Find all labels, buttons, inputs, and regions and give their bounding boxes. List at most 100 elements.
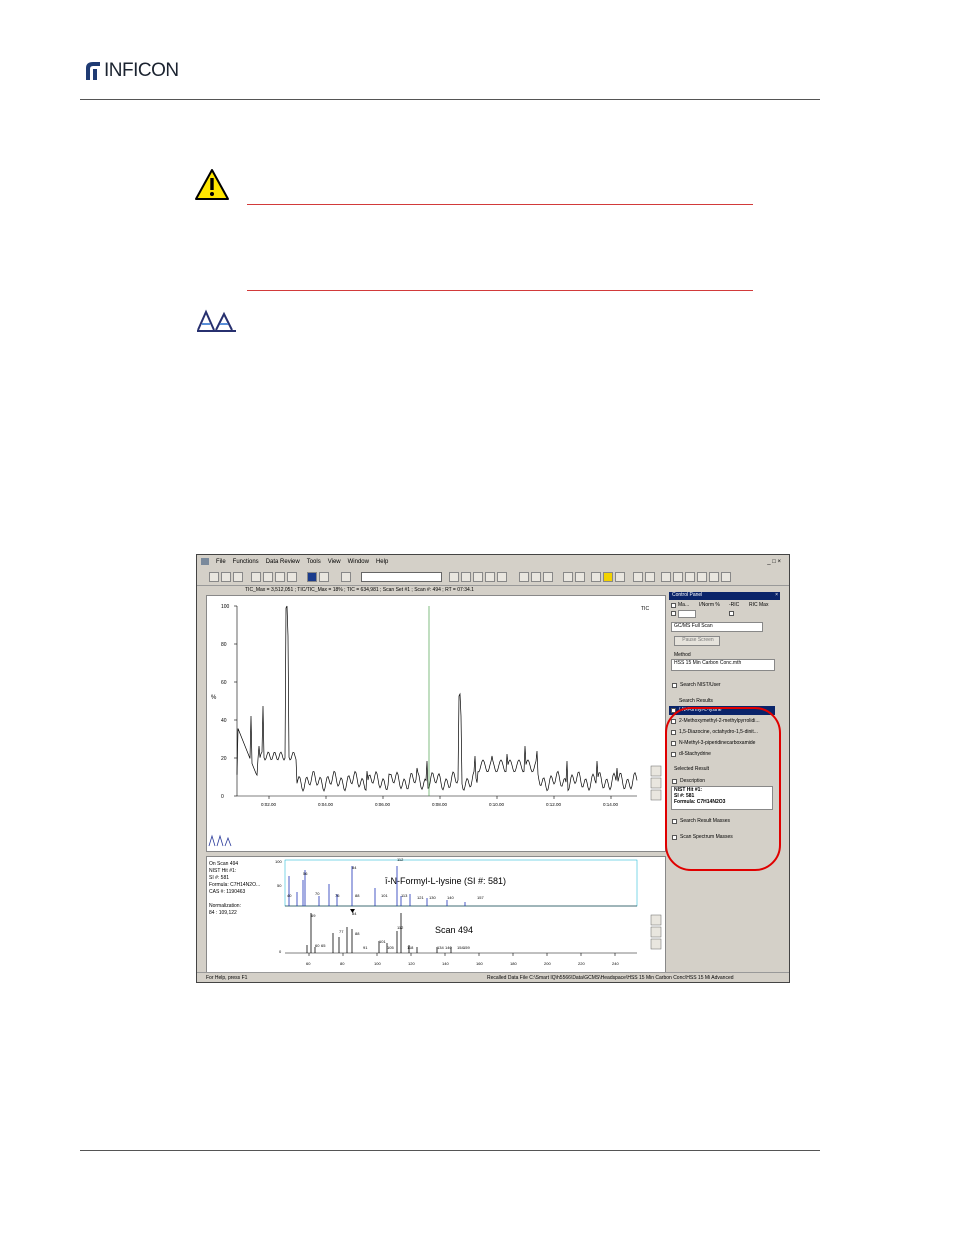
menu-data-review[interactable]: Data Review bbox=[266, 559, 300, 565]
library-peak-label: 88 bbox=[355, 893, 360, 898]
tool-icon-12[interactable] bbox=[633, 572, 643, 582]
spec-x-tick-label: 80 bbox=[340, 961, 345, 966]
library-peak-label: 101 bbox=[381, 893, 388, 898]
export-icon[interactable] bbox=[275, 572, 285, 582]
status-file-path: Recalled Data File C:\Smart IQ\h5566\Dat… bbox=[487, 975, 734, 981]
tic-y-label: % bbox=[211, 695, 217, 701]
tic-x-tick-label: 0:10.00 bbox=[489, 802, 505, 807]
scan-peak-label: 69 bbox=[311, 913, 316, 918]
toolbar bbox=[197, 569, 789, 586]
library-title: ī-N-Formyl-L-lysine (SI #: 581) bbox=[385, 876, 506, 886]
tic-chart: 100 80 60 40 20 0 0:02.00 0:04.00 0:06.00 0:08.0… bbox=[208, 604, 662, 847]
menu-file[interactable]: File bbox=[216, 559, 226, 565]
tool-icon-8[interactable] bbox=[543, 572, 553, 582]
tool-icon-15[interactable] bbox=[673, 572, 683, 582]
zoom-in-icon[interactable] bbox=[650, 914, 662, 926]
print-preview-icon[interactable] bbox=[263, 572, 273, 582]
scan-peak-label: 101 bbox=[379, 939, 386, 944]
zoom-out-icon[interactable] bbox=[650, 777, 662, 789]
report-icon[interactable] bbox=[341, 572, 351, 582]
tic-x-tick-label: 0:02.00 bbox=[261, 802, 277, 807]
header-rule bbox=[80, 99, 820, 100]
close-icon[interactable]: × bbox=[775, 592, 778, 598]
tool-icon-5[interactable] bbox=[497, 572, 507, 582]
tool-icon-4[interactable] bbox=[485, 572, 495, 582]
nist-icon[interactable] bbox=[591, 572, 601, 582]
scan-peak-label: 88 bbox=[355, 931, 360, 936]
tool-icon-1[interactable] bbox=[449, 572, 459, 582]
highlight-callout bbox=[665, 707, 781, 871]
scan-peak-label: 118 bbox=[407, 945, 414, 950]
tic-y-tick-label: 20 bbox=[221, 756, 227, 762]
tool-icon-14[interactable] bbox=[661, 572, 671, 582]
scan-peak-label: 77 bbox=[339, 929, 344, 934]
save-icon[interactable] bbox=[251, 572, 261, 582]
tool-icon-16[interactable] bbox=[685, 572, 695, 582]
tic-trace bbox=[236, 605, 638, 792]
tool-icon-3[interactable] bbox=[473, 572, 483, 582]
spec-x-tick-label: 60 bbox=[306, 961, 311, 966]
tool-icon-6[interactable] bbox=[519, 572, 529, 582]
search-nist-checkbox[interactable] bbox=[672, 683, 677, 688]
ric-checkbox[interactable] bbox=[729, 611, 734, 616]
spectrum-pane[interactable]: On Scan 494 NIST Hit #1: SI #: 581 Formu… bbox=[206, 856, 666, 980]
method-select[interactable] bbox=[361, 572, 442, 582]
spec-x-tick-label: 220 bbox=[578, 961, 585, 966]
library-peak-label: 56 bbox=[303, 871, 308, 876]
scan-peak-label: 112 bbox=[397, 925, 404, 930]
tool-icon-2[interactable] bbox=[461, 572, 471, 582]
tool-icon-9[interactable] bbox=[563, 572, 573, 582]
app-icon bbox=[201, 558, 209, 565]
open-icon[interactable] bbox=[221, 572, 231, 582]
print-icon[interactable] bbox=[287, 572, 297, 582]
spec-x-tick-label: 200 bbox=[544, 961, 551, 966]
scan-peak-label: 91 bbox=[363, 945, 368, 950]
menu-functions[interactable]: Functions bbox=[233, 559, 259, 565]
search-results-label: Search Results bbox=[679, 698, 713, 704]
help-icon[interactable] bbox=[319, 572, 329, 582]
menu-view[interactable]: View bbox=[328, 559, 341, 565]
folder-icon[interactable] bbox=[233, 572, 243, 582]
brand-name: INFICON bbox=[104, 60, 179, 81]
peak-icon bbox=[208, 834, 232, 847]
library-peak-label: 112 bbox=[397, 857, 404, 862]
inficon-logo-icon bbox=[86, 62, 100, 80]
library-peak-label: 121 bbox=[417, 895, 424, 900]
new-icon[interactable] bbox=[209, 572, 219, 582]
tic-y-tick-label: 0 bbox=[221, 794, 224, 800]
tool-icon-10[interactable] bbox=[575, 572, 585, 582]
library-peak-label: 76 bbox=[335, 893, 340, 898]
spec-x-tick-label: 240 bbox=[612, 961, 619, 966]
method-field: HSS 15 Min Carbon Conc.mth bbox=[671, 659, 775, 671]
library-icon[interactable] bbox=[603, 572, 613, 582]
library-peak-label: 40 bbox=[287, 893, 292, 898]
info-icon[interactable] bbox=[307, 572, 317, 582]
pause-screen-button[interactable]: Pause Screen bbox=[674, 636, 720, 646]
zoom-in-icon[interactable] bbox=[650, 765, 662, 777]
masses-checkbox[interactable] bbox=[671, 603, 676, 608]
col-header: Ma... bbox=[678, 602, 690, 608]
tool-icon-17[interactable] bbox=[697, 572, 707, 582]
tic-x-tick-label: 0:08.00 bbox=[432, 802, 448, 807]
menu-help[interactable]: Help bbox=[376, 559, 388, 565]
warning-icon bbox=[195, 169, 229, 200]
tool-icon-11[interactable] bbox=[615, 572, 625, 582]
status-bar: For Help, press F1 Recalled Data File C:… bbox=[197, 972, 789, 982]
tool-icon-13[interactable] bbox=[645, 572, 655, 582]
menu-window[interactable]: Window bbox=[348, 559, 369, 565]
tool-icon-19[interactable] bbox=[721, 572, 731, 582]
tic-chart-pane[interactable]: 100 80 60 40 20 0 0:02.00 0:04.00 0:06.00 0:08.0… bbox=[206, 595, 666, 852]
tool-icon-18[interactable] bbox=[709, 572, 719, 582]
control-panel-title-bar: Control Panel × bbox=[669, 592, 780, 600]
zoom-reset-icon[interactable] bbox=[650, 789, 662, 801]
menu-tools[interactable]: Tools bbox=[307, 559, 321, 565]
zoom-reset-icon[interactable] bbox=[650, 938, 662, 950]
mass-field[interactable] bbox=[678, 610, 696, 618]
inficon-logo: INFICON bbox=[82, 58, 179, 84]
mass-row-checkbox[interactable] bbox=[671, 611, 676, 616]
library-peak-label: 130 bbox=[429, 895, 436, 900]
window-controls[interactable]: _ □ × bbox=[767, 559, 781, 565]
zoom-out-icon[interactable] bbox=[650, 926, 662, 938]
tool-icon-7[interactable] bbox=[531, 572, 541, 582]
tic-y-tick-label: 60 bbox=[221, 680, 227, 686]
